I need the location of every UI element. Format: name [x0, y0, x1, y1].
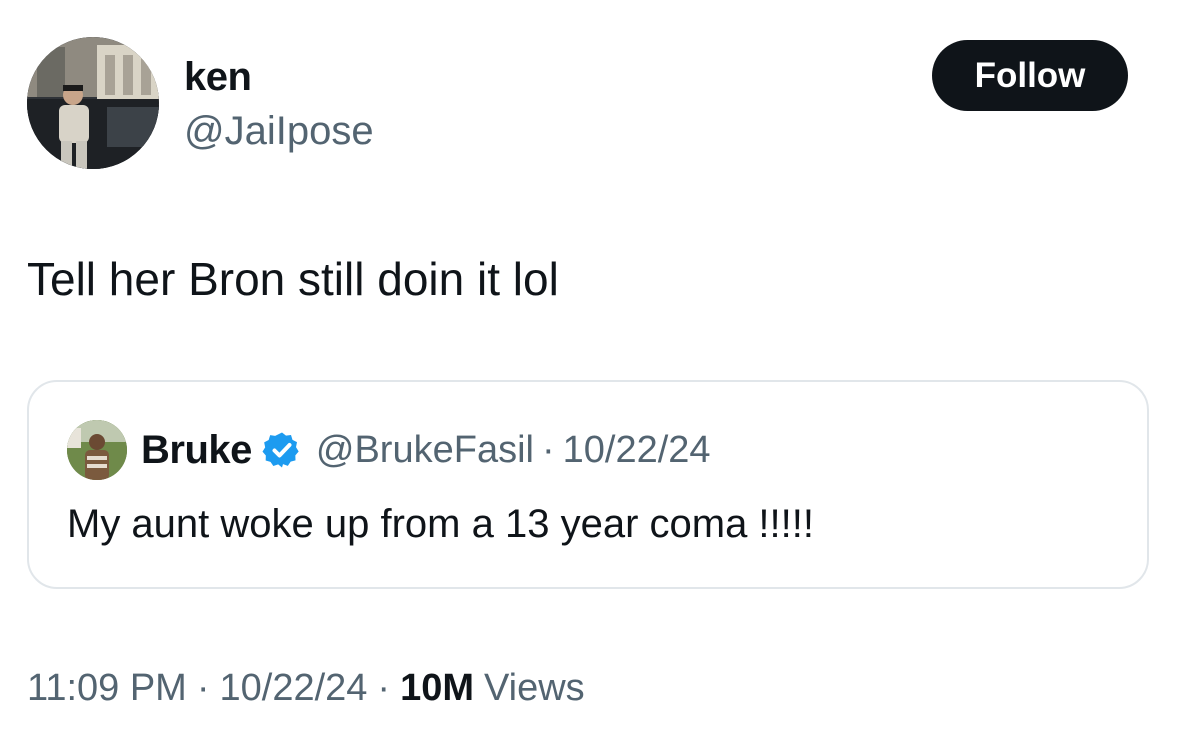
tweet-time[interactable]: 11:09 PM: [27, 667, 187, 710]
author-handle[interactable]: @JaiIpose: [184, 108, 374, 154]
quoted-author-avatar[interactable]: [67, 420, 127, 480]
tweet-meta: 11:09 PM · 10/22/24 · 10M Views: [27, 664, 585, 712]
author-display-name[interactable]: ken: [184, 54, 252, 100]
quoted-tweet-text: My aunt woke up from a 13 year coma !!!!…: [67, 502, 814, 546]
meta-separator: ·: [377, 666, 391, 709]
quoted-handle[interactable]: @BrukeFasil: [316, 429, 534, 472]
meta-separator: ·: [196, 666, 210, 709]
quoted-profile-photo: [67, 420, 127, 480]
tweet-date[interactable]: 10/22/24: [220, 667, 368, 710]
author-avatar[interactable]: [27, 37, 159, 169]
quoted-date[interactable]: 10/22/24: [563, 429, 711, 472]
profile-photo: [27, 37, 159, 169]
quoted-separator: ·: [541, 428, 555, 471]
follow-button[interactable]: Follow: [932, 40, 1128, 111]
quoted-tweet-header: Bruke @BrukeFasil · 10/22/24: [141, 426, 711, 474]
quoted-tweet-card[interactable]: Bruke @BrukeFasil · 10/22/24 My aunt wok…: [27, 380, 1149, 589]
views-count[interactable]: 10M: [400, 667, 474, 710]
quoted-display-name[interactable]: Bruke: [141, 428, 252, 473]
views-label: Views: [484, 666, 585, 709]
tweet-text: Tell her Bron still doin it lol: [27, 253, 559, 305]
verified-badge-icon: [262, 430, 302, 470]
